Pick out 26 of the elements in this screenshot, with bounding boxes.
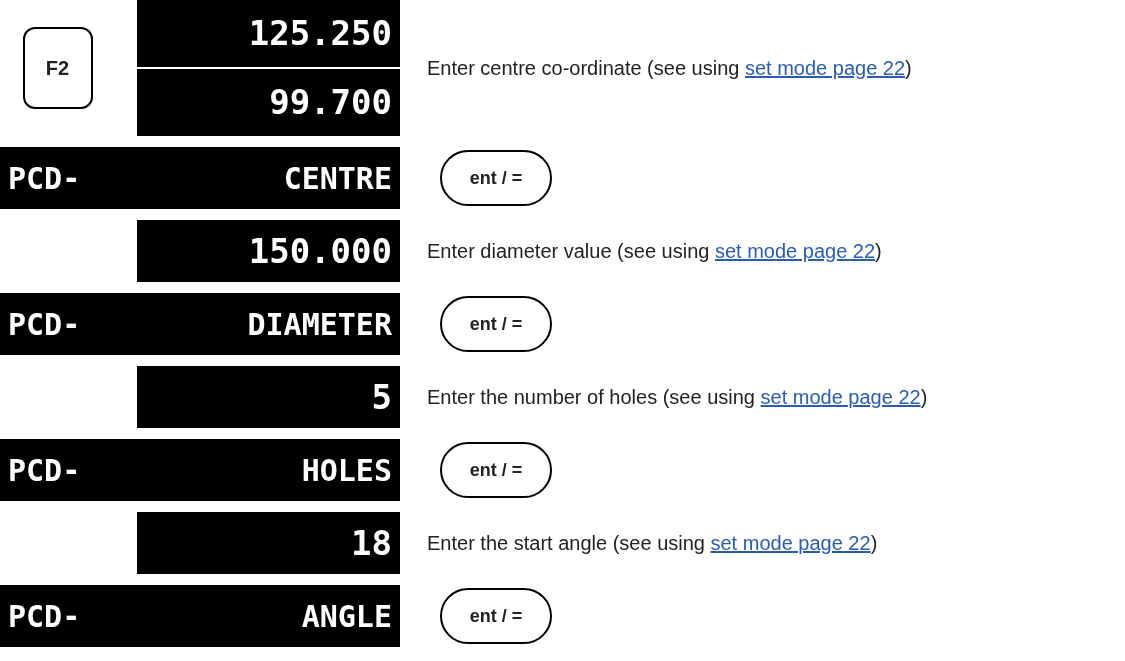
display-readout: 5 [137, 366, 400, 428]
instruction-text: Enter the start angle (see using set mode page 22) [427, 531, 878, 556]
prompt-text: ANGLE [301, 597, 392, 636]
display-readout: 18 [137, 512, 400, 574]
mode-text: PCD- [8, 159, 81, 198]
enter-key[interactable]: ent / = [440, 296, 552, 352]
instruction-text: Enter diameter value (see using set mode page 22) [427, 239, 882, 264]
display-readout: 150.000 [137, 220, 400, 282]
set-mode-link[interactable]: set mode page 22 [760, 386, 921, 408]
set-mode-link[interactable]: set mode page 22 [714, 240, 876, 262]
mode-text: PCD- [8, 597, 81, 636]
prompt-text: HOLES [301, 451, 392, 490]
prompt-text: CENTRE [283, 159, 392, 198]
enter-key[interactable]: ent / = [440, 588, 552, 644]
mode-text: PCD- [8, 451, 81, 490]
display-readout: 125.250 [137, 0, 400, 67]
enter-key[interactable]: ent / = [440, 442, 552, 498]
instruction-text: Enter the number of holes (see using set mode page 22) [427, 385, 928, 410]
display-readout: 99.700 [137, 69, 400, 136]
function-key[interactable]: F2 [22, 27, 93, 109]
enter-key[interactable]: ent / = [440, 150, 552, 206]
mode-text: PCD- [8, 305, 81, 344]
instruction-text: Enter centre co-ordinate (see using set mode page 22) [427, 56, 912, 81]
set-mode-link[interactable]: set mode page 22 [744, 57, 906, 79]
set-mode-link[interactable]: set mode page 22 [710, 532, 871, 554]
prompt-text: DIAMETER [247, 305, 392, 344]
